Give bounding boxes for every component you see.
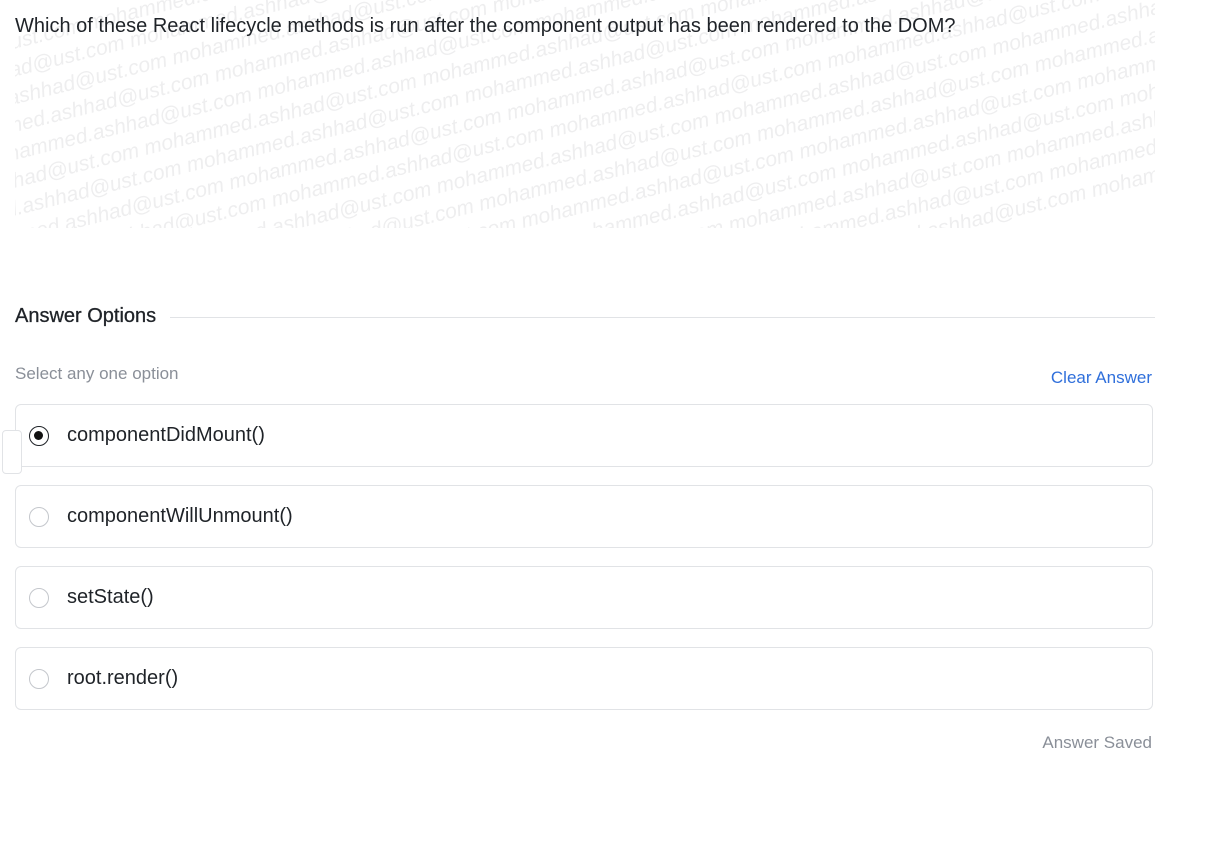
answer-options-title: Answer Options xyxy=(15,304,157,327)
watermark-line: mohammed.ashhad@ust.com mohammed.ashhad@… xyxy=(15,0,1155,228)
radio-button[interactable] xyxy=(29,506,49,527)
radio-button[interactable] xyxy=(29,425,49,446)
divider xyxy=(170,316,1155,318)
option-label: componentDidMount() xyxy=(67,424,265,446)
answer-saved-status: Answer Saved xyxy=(1042,733,1152,752)
watermark-line: mohammed.ashhad@ust.com mohammed.ashhad@… xyxy=(15,0,1155,228)
options-list: componentDidMount() componentWillUnmount… xyxy=(2,404,1153,728)
side-tab xyxy=(2,430,22,474)
radio-button[interactable] xyxy=(29,668,49,689)
option-label: root.render() xyxy=(67,667,179,689)
question-page: mohammed.ashhad@ust.com mohammed.ashhad@… xyxy=(0,0,1227,863)
radio-button[interactable] xyxy=(29,587,49,608)
option-component-did-mount[interactable]: componentDidMount() xyxy=(2,404,1153,474)
option-component-will-unmount[interactable]: componentWillUnmount() xyxy=(15,485,1153,548)
option-set-state[interactable]: setState() xyxy=(15,566,1153,629)
question-text: Which of these React lifecycle methods i… xyxy=(15,15,956,37)
watermark-line: mohammed.ashhad@ust.com mohammed.ashhad@… xyxy=(15,0,1155,228)
answer-options-header: Answer Options xyxy=(15,302,1155,330)
option-label: componentWillUnmount() xyxy=(67,505,293,527)
option-label: setState() xyxy=(67,586,154,608)
selection-hint: Select any one option xyxy=(15,364,179,383)
option-root-render[interactable]: root.render() xyxy=(15,647,1153,710)
clear-answer-link[interactable]: Clear Answer xyxy=(1051,368,1152,388)
question-area: mohammed.ashhad@ust.com mohammed.ashhad@… xyxy=(15,0,1155,228)
watermark-line: mohammed.ashhad@ust.com mohammed.ashhad@… xyxy=(15,0,1155,228)
